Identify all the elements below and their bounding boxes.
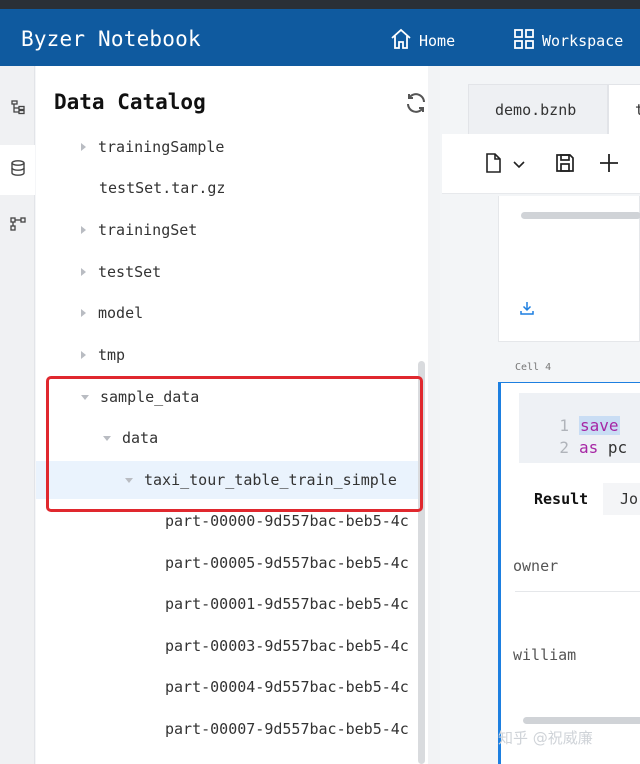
tab-job[interactable]: Jo	[605, 483, 640, 515]
file-item[interactable]: part-00005-9d557bac-beb5-4c	[36, 544, 420, 582]
chevron-down-icon	[125, 477, 133, 483]
line-number: 2	[559, 438, 569, 457]
chevron-right-icon	[81, 268, 86, 276]
code-line: save	[579, 415, 620, 437]
tree-item[interactable]: model	[36, 294, 420, 332]
editor-tabs: demo.bznb t	[440, 84, 640, 134]
file-item[interactable]: part-00000-9d557bac-beb5-4c	[36, 502, 420, 540]
chevron-down-icon[interactable]	[512, 156, 526, 175]
sidebar-item-workflow[interactable]	[0, 201, 35, 251]
download-icon[interactable]	[519, 300, 535, 320]
line-numbers: 1 2	[519, 393, 577, 463]
code-line: as pc	[579, 437, 627, 459]
tree-item[interactable]: trainingSample	[36, 128, 420, 166]
tree-structure-icon	[10, 99, 26, 119]
home-icon	[389, 27, 413, 55]
line-number: 1	[559, 416, 569, 435]
tree-item-selected[interactable]: taxi_tour_table_train_simple	[36, 461, 420, 499]
file-item[interactable]: part-00001-9d557bac-beb5-4c	[36, 585, 420, 623]
cell-label: Cell 4	[515, 362, 552, 373]
file-item-label: part-00005-9d557bac-beb5-4c	[165, 554, 409, 572]
tab-demo-bznb[interactable]: demo.bznb	[468, 84, 608, 134]
horizontal-scrollbar[interactable]	[523, 717, 640, 724]
panel-divider[interactable]	[428, 66, 440, 764]
chevron-right-icon	[81, 226, 86, 234]
nav-home[interactable]: Home	[389, 27, 455, 55]
watermark: 知乎 @祝威廉	[498, 729, 593, 747]
chevron-down-icon	[81, 394, 89, 400]
notebook-cell-4[interactable]: 1 2 save as pc Result Jo owner william	[498, 382, 640, 764]
chevron-right-icon	[81, 351, 86, 359]
file-item-label: part-00003-9d557bac-beb5-4c	[165, 637, 409, 655]
sidebar-item-workspace-tree[interactable]	[0, 84, 35, 134]
tab-label: Result	[534, 490, 589, 508]
tree-item-label: data	[122, 429, 159, 447]
result-tabs: Result Jo	[519, 483, 640, 515]
notebook-editor: demo.bznb t Cell 4 1 2 save as pc Result…	[440, 66, 640, 764]
tab-label: demo.bznb	[495, 100, 577, 119]
chevron-down-icon	[103, 435, 111, 441]
panel-title: Data Catalog	[54, 90, 206, 114]
grid-icon	[512, 27, 536, 55]
file-item[interactable]: part-00003-9d557bac-beb5-4c	[36, 627, 420, 665]
tree-item-label: testSet	[98, 263, 162, 281]
tab-result[interactable]: Result	[519, 483, 604, 515]
chevron-right-icon	[81, 309, 86, 317]
nav-workspace[interactable]: Workspace	[512, 27, 623, 55]
result-cell-value: william	[513, 646, 577, 664]
tab-label: Jo	[620, 490, 639, 508]
workflow-icon	[9, 216, 27, 236]
notebook-toolbar	[442, 134, 640, 194]
nav-workspace-label: Workspace	[542, 32, 624, 50]
code-editor[interactable]: 1 2 save as pc	[519, 393, 640, 463]
add-icon[interactable]	[598, 152, 620, 178]
tree-item-label: tmp	[98, 346, 126, 364]
file-item-label: part-00001-9d557bac-beb5-4c	[165, 595, 409, 613]
nav-home-label: Home	[419, 32, 456, 50]
tab-label: t	[635, 100, 640, 119]
tree-item-label: sample_data	[100, 388, 200, 406]
tab-active[interactable]: t	[608, 84, 640, 134]
file-item[interactable]: part-00007-9d557bac-beb5-4c	[36, 710, 420, 748]
tree-item[interactable]: tmp	[36, 336, 420, 374]
tree-item-label: taxi_tour_table_train_simple	[144, 471, 397, 489]
file-item-label: part-00007-9d557bac-beb5-4c	[165, 720, 409, 738]
tree-item[interactable]: testSet	[36, 253, 420, 291]
catalog-scrollbar[interactable]	[418, 361, 425, 764]
code-keyword: as	[579, 438, 599, 457]
tree-item-label: model	[98, 304, 144, 322]
data-catalog-panel: Data Catalog trainingSample testSet.tar.…	[36, 66, 428, 764]
tree-item-label: trainingSample	[98, 138, 225, 156]
refresh-icon[interactable]	[404, 91, 428, 119]
tree-item-label: testSet.tar.gz	[99, 179, 226, 197]
horizontal-scrollbar[interactable]	[521, 212, 640, 219]
top-navigation-bar: Byzer Notebook Home Workspace	[0, 0, 640, 75]
file-item[interactable]: part-00004-9d557bac-beb5-4c	[36, 668, 420, 706]
notebook-cell-3[interactable]	[498, 196, 640, 342]
code-keyword: save	[579, 416, 620, 435]
new-file-icon[interactable]	[482, 152, 504, 178]
save-icon[interactable]	[554, 152, 576, 178]
code-text: pc	[607, 438, 628, 457]
tree-item[interactable]: data	[36, 419, 420, 457]
sidebar-rail	[0, 66, 35, 764]
result-column-header: owner	[513, 557, 559, 575]
file-item-label: part-00000-9d557bac-beb5-4c	[165, 512, 409, 530]
sidebar-item-data-catalog[interactable]	[0, 145, 35, 195]
divider	[515, 591, 640, 592]
tree-item-label: trainingSet	[98, 221, 198, 239]
chevron-right-icon	[81, 143, 86, 151]
app-title: Byzer Notebook	[21, 27, 201, 51]
tree-item[interactable]: testSet.tar.gz	[36, 169, 420, 207]
tree-item[interactable]: trainingSet	[36, 211, 420, 249]
database-icon	[9, 159, 27, 181]
file-item-label: part-00004-9d557bac-beb5-4c	[165, 678, 409, 696]
tree-item[interactable]: sample_data	[36, 378, 420, 416]
